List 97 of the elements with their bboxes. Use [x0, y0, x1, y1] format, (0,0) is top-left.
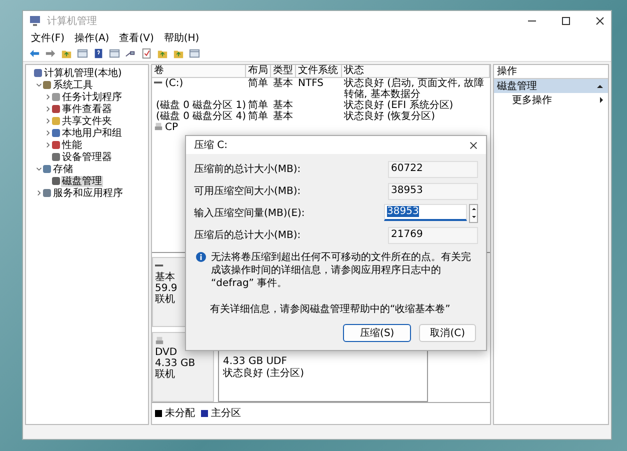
column-header[interactable]: 类型	[271, 65, 296, 77]
table-cell: (磁盘 0 磁盘分区 1)	[156, 100, 246, 111]
legend-label: 未分配	[165, 406, 195, 420]
tree-item[interactable]: 服务和应用程序	[52, 188, 124, 198]
console-icon[interactable]	[109, 48, 120, 58]
spin-buttons[interactable]	[469, 204, 478, 222]
window-title: 计算机管理	[47, 14, 97, 28]
forward-arrow-icon[interactable]	[45, 48, 56, 58]
chevron-right-icon[interactable]	[45, 94, 51, 100]
disk-info-text: 联机	[155, 369, 176, 380]
cd-drive-icon	[154, 122, 163, 131]
disk-info-text: 联机	[155, 294, 176, 305]
help-text: 有关详细信息，请参阅磁盘管理帮助中的“收缩基本卷”	[209, 302, 452, 316]
column-header[interactable]: 布局	[246, 65, 271, 77]
action-item[interactable]: 更多操作	[494, 93, 608, 107]
collapse-caret-icon	[597, 84, 603, 88]
tree-node-icon	[52, 105, 60, 113]
table-cell: (C:)	[165, 78, 184, 89]
field-label: 压缩后的总计大小(MB):	[194, 228, 301, 242]
tree-node-icon	[52, 129, 60, 137]
disk-info-text: 4.33 GB	[155, 358, 196, 369]
table-cell: 状态良好 (恢复分区)	[344, 111, 435, 122]
actions-section[interactable]: 磁盘管理	[494, 79, 608, 93]
table-cell: CP	[165, 122, 178, 133]
tree-item[interactable]: 共享文件夹	[61, 116, 113, 126]
dialog-title: 压缩 C:	[194, 138, 228, 152]
tree-node-icon	[43, 81, 51, 89]
tree-node-icon	[52, 141, 60, 149]
panel-icon[interactable]	[189, 48, 200, 58]
menu-item[interactable]: 文件(F)	[31, 31, 65, 45]
info-message: 无法将卷压缩到超出任何不可移动的文件所在的点。有关完成该操作时间的详细信息，请参阅应用程序日志中的 “defrag” 事件。	[211, 251, 472, 290]
submenu-arrow-icon	[600, 97, 603, 103]
tree-node-icon	[52, 93, 60, 101]
partition-text: 4.33 GB UDF	[223, 356, 288, 368]
field-label: 可用压缩空间大小(MB):	[194, 184, 301, 198]
disk-info-text: 基本	[155, 272, 176, 283]
disk-info-text: 59.9	[155, 283, 178, 294]
menu-item[interactable]: 操作(A)	[74, 31, 110, 45]
input-field[interactable]: 38953	[384, 204, 467, 220]
table-cell: 基本	[273, 111, 293, 122]
chevron-right-icon[interactable]	[36, 190, 42, 196]
column-header[interactable]: 卷	[152, 65, 246, 77]
console-icon[interactable]	[77, 48, 88, 58]
back-arrow-icon[interactable]	[29, 48, 40, 58]
tree-item[interactable]: 设备管理器	[61, 152, 113, 162]
table-cell: 状态良好 (EFI 系统分区)	[344, 100, 454, 111]
table-cell: NTFS	[298, 78, 324, 89]
chevron-down-icon[interactable]	[36, 82, 42, 88]
menu-item[interactable]: 帮助(H)	[164, 31, 200, 45]
tree-node-icon	[52, 177, 60, 185]
tree-node-icon	[34, 69, 42, 77]
tree-item[interactable]: 本地用户和组	[61, 128, 123, 138]
tree-node-icon	[52, 117, 60, 125]
chevron-down-icon[interactable]	[36, 166, 42, 172]
cancel-button[interactable]: 取消(C)	[419, 324, 476, 342]
document-icon[interactable]	[141, 48, 152, 58]
menu-item[interactable]: 查看(V)	[119, 31, 154, 45]
chevron-right-icon[interactable]	[45, 106, 51, 112]
readonly-field: 21769	[388, 226, 478, 244]
table-cell: 简单	[248, 111, 268, 122]
info-icon	[196, 252, 206, 262]
disk-info-text: DVD	[155, 347, 178, 358]
table-cell: 简单	[248, 78, 268, 89]
section-label: 磁盘管理	[497, 80, 537, 93]
readonly-field: 38953	[388, 182, 478, 200]
maximize-icon[interactable]	[561, 16, 571, 26]
chevron-right-icon[interactable]	[45, 142, 51, 148]
tree-node-icon	[43, 165, 51, 173]
tree-node-icon	[52, 153, 60, 161]
close-icon[interactable]	[469, 140, 478, 150]
tree-item[interactable]: 性能	[61, 140, 83, 150]
close-icon[interactable]	[595, 16, 605, 26]
help-icon[interactable]	[93, 48, 104, 58]
field-label: 压缩前的总计大小(MB):	[194, 162, 301, 176]
table-cell: 简单	[248, 100, 268, 111]
table-cell: (磁盘 0 磁盘分区 4)	[156, 111, 246, 122]
computer-icon	[29, 15, 41, 27]
tree-item[interactable]: 计算机管理(本地)	[43, 68, 123, 78]
tree-item[interactable]: 系统工具	[52, 80, 94, 90]
table-cell: 基本	[273, 78, 293, 89]
shrink-button[interactable]: 压缩(S)	[343, 324, 412, 342]
column-header[interactable]: 状态	[342, 65, 490, 77]
table-cell: 基本	[273, 100, 293, 111]
field-label: 输入压缩空间量(MB)(E):	[194, 206, 305, 220]
tree-item[interactable]: 存储	[52, 164, 74, 174]
chevron-right-icon[interactable]	[45, 130, 51, 136]
tree-node-icon	[43, 189, 51, 197]
tree-item[interactable]: 任务计划程序	[61, 92, 123, 102]
tree-item[interactable]: 磁盘管理	[61, 176, 103, 186]
tree-item[interactable]: 事件查看器	[61, 104, 113, 114]
legend-label: 主分区	[211, 406, 241, 420]
readonly-field: 60722	[388, 160, 478, 178]
chevron-right-icon[interactable]	[45, 118, 51, 124]
cd-drive-icon	[155, 336, 164, 345]
action-label: 更多操作	[512, 94, 552, 107]
table-cell-text: 状态良好 (启动, 页面文件, 故障转储, 基本数据分	[344, 78, 485, 100]
partition-text: 状态良好 (主分区)	[223, 368, 305, 380]
